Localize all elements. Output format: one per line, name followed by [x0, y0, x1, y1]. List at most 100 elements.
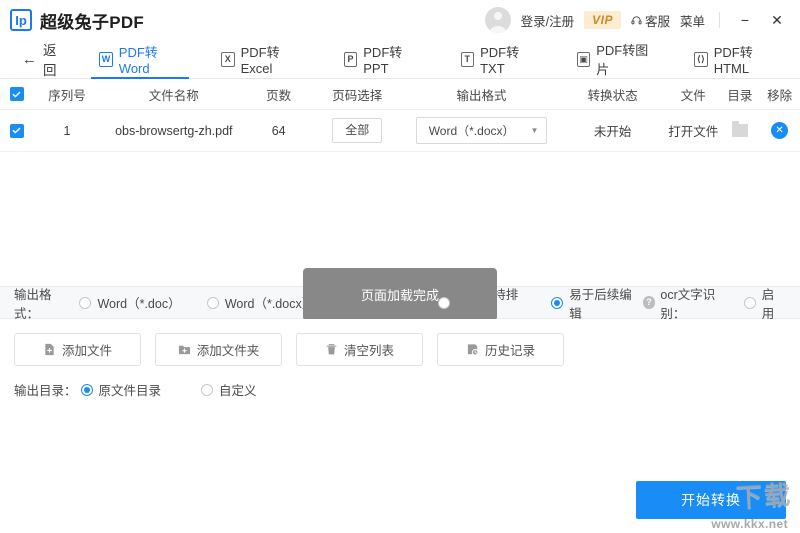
- ppt-icon: P: [344, 52, 358, 67]
- add-file-label: 添加文件: [62, 340, 112, 359]
- app-window: Ip 超级兔子PDF 登录/注册 VIP 客服 菜单 − ✕ ← 返回 W: [0, 0, 800, 533]
- page-range-button[interactable]: 全部: [332, 118, 382, 144]
- radio-outdir-custom[interactable]: 自定义: [201, 380, 257, 399]
- history-icon: [466, 343, 479, 356]
- vip-badge[interactable]: VIP: [584, 11, 621, 29]
- folder-icon[interactable]: [732, 124, 748, 137]
- cell-directory: [720, 124, 759, 137]
- login-register-link[interactable]: 登录/注册: [521, 11, 574, 30]
- radio-format-docx[interactable]: Word（*.docx）: [207, 293, 313, 312]
- add-folder-label: 添加文件夹: [197, 340, 260, 359]
- help-icon[interactable]: ?: [643, 296, 656, 309]
- radio-mode-editable-label: 易于后续编辑: [569, 284, 642, 322]
- close-button[interactable]: ✕: [766, 9, 788, 31]
- add-file-icon: [43, 343, 56, 356]
- image-icon: ▣: [577, 52, 591, 67]
- tab-label: PDF转HTML: [714, 42, 780, 76]
- column-header-status: 转换状态: [559, 85, 666, 104]
- column-header-dir: 目录: [720, 85, 759, 104]
- column-header-pages: 页数: [247, 85, 311, 104]
- cell-filename: obs-browsertg-zh.pdf: [101, 124, 247, 138]
- output-directory-label: 输出目录：: [14, 380, 77, 399]
- start-convert-button[interactable]: 开始转换: [636, 481, 786, 519]
- radio-mode-layout-dot: [438, 297, 450, 309]
- column-header-format: 输出格式: [404, 85, 559, 104]
- radio-outdir-custom-label: 自定义: [219, 380, 257, 399]
- cell-remove: ✕: [759, 122, 800, 139]
- customer-support-button[interactable]: 客服: [631, 11, 670, 30]
- title-bar: Ip 超级兔子PDF 登录/注册 VIP 客服 菜单 − ✕: [0, 0, 800, 40]
- row-checkbox[interactable]: [10, 124, 24, 138]
- cell-page-range: 全部: [311, 118, 404, 144]
- tab-pdf-to-word[interactable]: W PDF转Word: [79, 40, 201, 78]
- customer-support-label: 客服: [645, 11, 670, 30]
- back-label: 返回: [43, 39, 65, 79]
- radio-ocr-enable-dot: [744, 297, 756, 309]
- cell-pages: 64: [247, 124, 311, 138]
- radio-outdir-original-label: 原文件目录: [99, 380, 162, 399]
- column-header-remove: 移除: [759, 85, 800, 104]
- output-directory-row: 输出目录： 原文件目录 自定义: [0, 366, 800, 399]
- radio-outdir-original-dot: [81, 384, 93, 396]
- cell-seq: 1: [33, 124, 101, 138]
- history-button[interactable]: 历史记录: [437, 333, 564, 366]
- radio-outdir-custom-dot: [201, 384, 213, 396]
- menu-button[interactable]: 菜单: [680, 11, 705, 30]
- avatar[interactable]: [485, 7, 511, 33]
- cell-output-format: Word（*.docx） ▼: [404, 117, 559, 144]
- ocr-label: ocr文字识别：: [660, 284, 738, 322]
- txt-icon: T: [461, 52, 475, 67]
- output-format-select[interactable]: Word（*.docx） ▼: [416, 117, 548, 144]
- radio-format-doc[interactable]: Word（*.doc）: [79, 293, 178, 312]
- radio-outdir-original[interactable]: 原文件目录: [81, 380, 162, 399]
- trash-icon: [325, 343, 338, 356]
- back-arrow-icon: ←: [22, 52, 37, 67]
- add-folder-icon: [178, 343, 191, 356]
- tab-pdf-to-image[interactable]: ▣ PDF转图片: [557, 40, 674, 78]
- back-button[interactable]: ← 返回: [8, 40, 79, 78]
- column-header-seq: 序列号: [33, 85, 101, 104]
- tab-pdf-to-html[interactable]: ⟨⟩ PDF转HTML: [674, 40, 800, 78]
- radio-mode-editable-dot: [551, 297, 563, 309]
- excel-icon: X: [221, 52, 235, 67]
- radio-mode-editable[interactable]: 易于后续编辑: [551, 284, 642, 322]
- radio-format-doc-dot: [79, 297, 91, 309]
- minimize-button[interactable]: −: [734, 9, 756, 31]
- word-icon: W: [99, 52, 113, 67]
- select-all-checkbox[interactable]: [10, 87, 24, 101]
- clear-list-label: 清空列表: [344, 340, 394, 359]
- select-all-cell: [0, 87, 33, 101]
- ocr-group: ? ocr文字识别： 启用: [643, 284, 786, 322]
- chevron-down-icon: ▼: [531, 127, 539, 135]
- title-bar-actions: 登录/注册 VIP 客服 菜单 − ✕: [485, 7, 788, 33]
- table-row: 1 obs-browsertg-zh.pdf 64 全部 Word（*.docx…: [0, 110, 800, 152]
- column-header-file: 文件: [666, 85, 720, 104]
- cell-status: 未开始: [559, 121, 666, 140]
- toast-message: 页面加载完成: [303, 268, 497, 321]
- tab-label: PDF转Excel: [241, 42, 304, 76]
- radio-ocr-enable[interactable]: 启用: [744, 284, 786, 322]
- output-format-label: 输出格式：: [14, 284, 75, 322]
- tab-bar: ← 返回 W PDF转Word X PDF转Excel P PDF转PPT T …: [0, 40, 800, 79]
- clear-list-button[interactable]: 清空列表: [296, 333, 423, 366]
- radio-format-docx-label: Word（*.docx）: [225, 293, 313, 312]
- file-list-body: 页面加载完成: [0, 152, 800, 286]
- app-logo-icon: Ip: [10, 9, 32, 31]
- add-folder-button[interactable]: 添加文件夹: [155, 333, 282, 366]
- tab-label: PDF转Word: [119, 42, 181, 76]
- remove-row-icon[interactable]: ✕: [771, 122, 788, 139]
- radio-format-docx-dot: [207, 297, 219, 309]
- open-file-link[interactable]: 打开文件: [666, 121, 720, 140]
- add-file-button[interactable]: 添加文件: [14, 333, 141, 366]
- action-buttons: 添加文件 添加文件夹 清空列表 历史记录: [0, 319, 800, 366]
- column-header-name: 文件名称: [101, 85, 247, 104]
- radio-format-doc-label: Word（*.doc）: [97, 293, 178, 312]
- tab-label: PDF转TXT: [480, 42, 537, 76]
- tab-pdf-to-ppt[interactable]: P PDF转PPT: [324, 40, 441, 78]
- tab-label: PDF转PPT: [363, 42, 420, 76]
- tab-pdf-to-excel[interactable]: X PDF转Excel: [201, 40, 324, 78]
- tab-pdf-to-txt[interactable]: T PDF转TXT: [441, 40, 557, 78]
- headset-icon: [631, 15, 642, 26]
- history-label: 历史记录: [485, 340, 535, 359]
- output-format-value: Word（*.docx）: [429, 122, 515, 139]
